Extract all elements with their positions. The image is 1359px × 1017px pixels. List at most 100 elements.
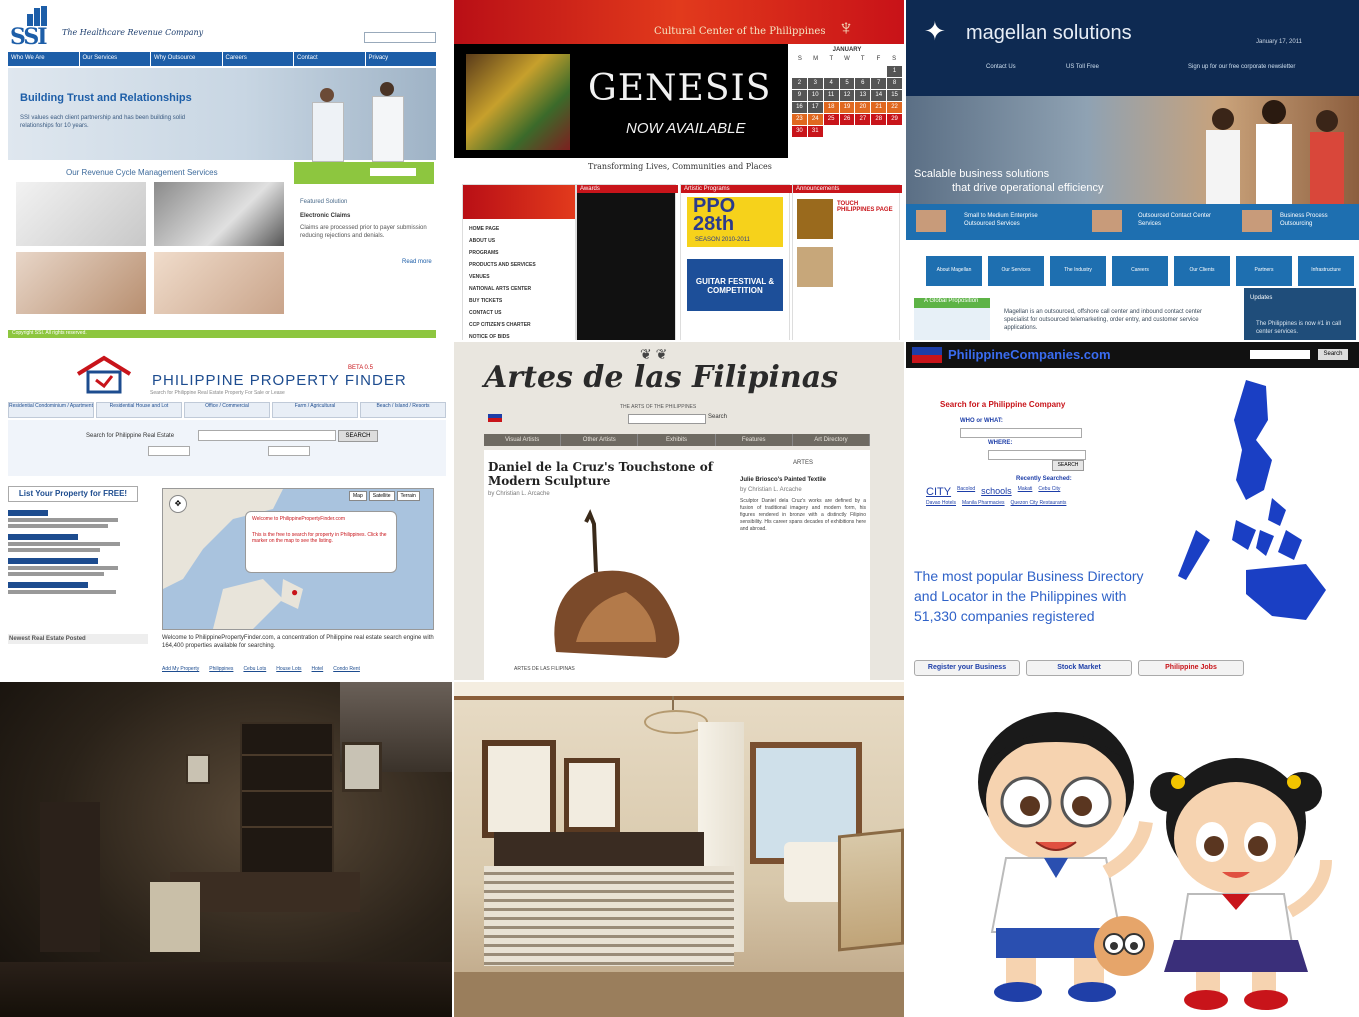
map-tab[interactable]: Map	[349, 491, 367, 501]
footer-link[interactable]: Add My Property	[162, 666, 199, 672]
signing-photo[interactable]	[16, 252, 146, 314]
ppc-logo[interactable]: PhilippineCompanies.com	[948, 347, 1111, 362]
footer-link[interactable]: Philippines	[209, 666, 233, 672]
calendar-day[interactable]: 25	[823, 114, 839, 125]
philippine-jobs-button[interactable]: Philippine Jobs	[1138, 660, 1244, 676]
calendar-day[interactable]: 18	[823, 102, 839, 113]
property-type-tab[interactable]: Farm / Agricultural	[272, 402, 358, 418]
ssi-read-more-link[interactable]: Read more	[402, 258, 432, 266]
artes-nav-item[interactable]: Art Directory	[793, 434, 871, 446]
ccp-menu-item[interactable]: PRODUCTS AND SERVICES	[469, 259, 569, 271]
magellan-nav-item[interactable]: About Magellan	[926, 256, 982, 286]
magellan-tollfree-link[interactable]: US Toll Free	[1066, 64, 1099, 70]
property-map[interactable]: Map Satellite Terrain ✥ Welcome to Phili…	[162, 488, 434, 630]
artes-search-input[interactable]	[628, 414, 706, 424]
stock-market-button[interactable]: Stock Market	[1026, 660, 1132, 676]
calendar-day[interactable]: 1	[887, 66, 902, 77]
article-headline[interactable]: Daniel de la Cruz's Touchstone of Modern…	[488, 460, 718, 488]
ssi-login-input[interactable]	[370, 168, 416, 176]
property-search-input[interactable]	[198, 430, 336, 441]
property-finder-logo-text[interactable]: PHILIPPINE PROPERTY FINDER	[152, 372, 407, 389]
property-type-tab[interactable]: Beach / Island / Resorts	[360, 402, 446, 418]
ssi-nav-item[interactable]: Contact	[294, 52, 366, 66]
hands-photo[interactable]	[154, 252, 284, 314]
footer-link[interactable]: Hotel	[312, 666, 324, 672]
service-strip-item[interactable]: Small to Medium Enterprise Outsourced Se…	[964, 212, 1054, 228]
recent-search-link[interactable]: Makati	[1018, 486, 1033, 498]
artes-nav-item[interactable]: Exhibits	[638, 434, 716, 446]
calendar-day[interactable]: 4	[823, 78, 839, 89]
footer-link[interactable]: Condo Rent	[333, 666, 360, 672]
service-strip-item[interactable]: Outsourced Contact Center Services	[1138, 212, 1218, 228]
magellan-contact-link[interactable]: Contact Us	[986, 64, 1016, 70]
recent-search-link[interactable]: Quezon City Restaurants	[1011, 500, 1067, 506]
calendar-day[interactable]: 13	[855, 90, 871, 101]
calendar-day[interactable]: 16	[792, 102, 807, 113]
ssi-search-input[interactable]	[364, 32, 436, 43]
calendar-day[interactable]: 14	[871, 90, 887, 101]
calendar-day[interactable]: 24	[807, 114, 823, 125]
artes-nav-item[interactable]: Other Artists	[561, 434, 639, 446]
calendar-day[interactable]: 19	[839, 102, 855, 113]
ccp-menu-item[interactable]: BUY TICKETS	[469, 295, 569, 307]
calendar-day[interactable]: 26	[839, 114, 855, 125]
ppc-header-search-button[interactable]: Search	[1318, 349, 1348, 360]
recent-search-link[interactable]: Bacolod	[957, 486, 975, 498]
ccp-logo-icon[interactable]: ♆	[832, 14, 860, 42]
recent-search-link[interactable]: CITY	[926, 486, 951, 498]
calendar-day[interactable]: 7	[871, 78, 887, 89]
ccp-genesis-banner[interactable]: GENESIS NOW AVAILABLE	[454, 44, 788, 158]
calendar-day[interactable]: 11	[823, 90, 839, 101]
ssi-nav-item[interactable]: Privacy	[366, 52, 437, 66]
calendar-day[interactable]: 22	[887, 102, 902, 113]
property-search-button[interactable]: SEARCH	[338, 430, 378, 442]
magellan-nav-item[interactable]: Our Services	[988, 256, 1044, 286]
calendar-day[interactable]: 30	[792, 126, 807, 137]
recent-search-link[interactable]: Cebu City	[1038, 486, 1060, 498]
map-tab[interactable]: Terrain	[396, 491, 420, 501]
map-pan-control[interactable]: ✥	[169, 495, 187, 513]
compass-star-icon[interactable]: ✦	[924, 16, 946, 47]
calendar-day[interactable]: 23	[792, 114, 807, 125]
side-article-title[interactable]: Julie Briosco's Painted Textile	[740, 476, 866, 484]
property-type-tab[interactable]: Office / Commercial	[184, 402, 270, 418]
calendar-day[interactable]: 2	[792, 78, 807, 89]
magellan-newsletter-link[interactable]: Sign up for our free corporate newslette…	[1188, 64, 1295, 70]
magellan-nav-item[interactable]: Infrastructure	[1298, 256, 1354, 286]
ccp-announcement-text[interactable]: TOUCH PHILIPPINES PAGE	[837, 201, 893, 213]
list-property-button[interactable]: List Your Property for FREE!	[8, 486, 138, 502]
ppc-header-search-input[interactable]	[1250, 350, 1310, 359]
calendar-day[interactable]: 27	[855, 114, 871, 125]
magellan-nav-item[interactable]: The Industry	[1050, 256, 1106, 286]
where-input[interactable]	[988, 450, 1086, 460]
ccp-menu-item[interactable]: NATIONAL ARTS CENTER	[469, 283, 569, 295]
map-marker-icon[interactable]: ●	[291, 585, 298, 599]
ccp-awards-column[interactable]: Awards	[576, 184, 678, 340]
guitar-festival-ad[interactable]: GUITAR FESTIVAL & COMPETITION	[687, 259, 783, 311]
calendar-day[interactable]: 10	[807, 90, 823, 101]
stethoscope-photo[interactable]	[16, 182, 146, 246]
magellan-logo-text[interactable]: magellan solutions	[966, 22, 1132, 45]
calendar-day[interactable]: 29	[887, 114, 902, 125]
recent-search-link[interactable]: schools	[981, 486, 1012, 498]
register-business-button[interactable]: Register your Business	[914, 660, 1020, 676]
artes-nav-item[interactable]: Features	[716, 434, 793, 446]
ssi-nav-item[interactable]: Who We Are	[8, 52, 80, 66]
stethoscope-photo[interactable]	[154, 182, 284, 246]
ssi-logo[interactable]: SSI	[8, 6, 54, 50]
ppo-season-ad[interactable]: PPO 28th SEASON 2010-2011	[687, 195, 783, 247]
ccp-menu-item[interactable]: CONTACT US	[469, 307, 569, 319]
magellan-nav-item[interactable]: Our Clients	[1174, 256, 1230, 286]
calendar-day[interactable]: 3	[807, 78, 823, 89]
magellan-proposition-box[interactable]: A Global Proposition	[914, 298, 990, 340]
footer-link[interactable]: House Lots	[276, 666, 301, 672]
recent-search-link[interactable]: Davao Hotels	[926, 500, 956, 506]
calendar-day[interactable]: 15	[887, 90, 902, 101]
property-type-tab[interactable]: Residential Condominium / Apartment	[8, 402, 94, 418]
calendar-day[interactable]: 17	[807, 102, 823, 113]
calendar-day[interactable]: 6	[855, 78, 871, 89]
map-tab[interactable]: Satellite	[368, 491, 395, 501]
calendar-day[interactable]: 12	[839, 90, 855, 101]
calendar-day[interactable]: 28	[871, 114, 887, 125]
property-size-select[interactable]	[268, 446, 310, 456]
